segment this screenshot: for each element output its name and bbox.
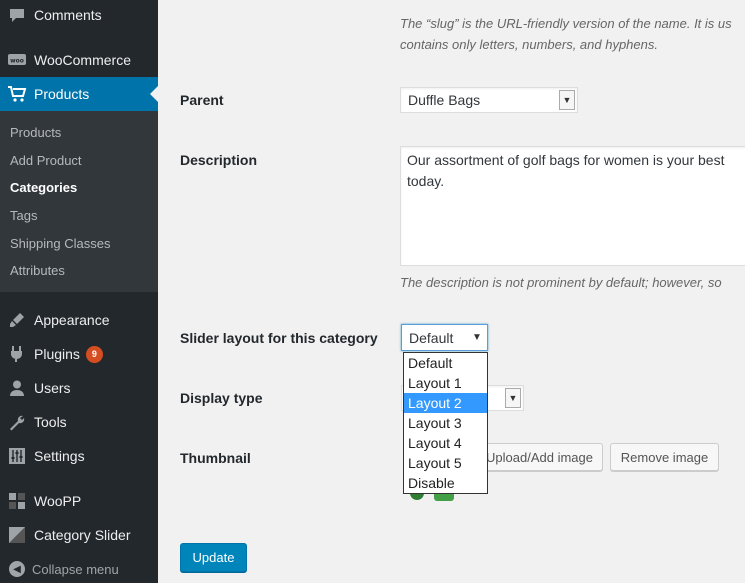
submenu-shipping-classes[interactable]: Shipping Classes — [10, 236, 110, 251]
slider-layout-dropdown: Default Layout 1 Layout 2 Layout 3 Layou… — [403, 352, 488, 494]
slider-option-layout-4[interactable]: Layout 4 — [404, 433, 487, 453]
plugin-icon — [7, 344, 27, 364]
slug-description: The “slug” is the URL-friendly version o… — [400, 16, 732, 31]
menu-settings-label: Settings — [34, 448, 85, 464]
products-submenu: Products Add Product Categories Tags Shi… — [0, 111, 158, 292]
thumbnail-label: Thumbnail — [180, 450, 251, 466]
comment-icon — [7, 5, 27, 25]
menu-category-slider-label: Category Slider — [34, 527, 131, 543]
menu-plugins-label: Plugins — [34, 346, 80, 362]
collapse-arrow-icon: ◀ — [9, 561, 25, 577]
slider-icon — [7, 525, 27, 545]
menu-appearance[interactable]: Appearance — [0, 303, 158, 337]
slider-option-layout-3[interactable]: Layout 3 — [404, 413, 487, 433]
grid-icon — [7, 491, 27, 511]
admin-sidebar: Comments woo WooCommerce Products Produc… — [0, 0, 158, 583]
remove-image-button[interactable]: Remove image — [610, 443, 719, 471]
menu-plugins[interactable]: Plugins 9 — [0, 337, 158, 371]
woocommerce-icon: woo — [7, 50, 27, 70]
paintbrush-icon — [7, 310, 27, 330]
menu-users-label: Users — [34, 380, 71, 396]
menu-tools[interactable]: Tools — [0, 405, 158, 439]
menu-woopp[interactable]: WooPP — [0, 484, 158, 518]
description-textarea[interactable]: Our assortment of golf bags for women is… — [400, 146, 745, 266]
settings-sliders-icon — [7, 446, 27, 466]
slider-option-disable[interactable]: Disable — [404, 473, 487, 493]
slider-layout-select[interactable]: Default ▼ — [401, 324, 488, 351]
menu-comments[interactable]: Comments — [0, 0, 158, 32]
plugins-update-badge: 9 — [85, 345, 103, 363]
menu-woocommerce[interactable]: woo WooCommerce — [0, 43, 158, 77]
description-line-2: today. — [407, 173, 445, 189]
cart-icon — [7, 84, 27, 104]
menu-appearance-label: Appearance — [34, 312, 110, 328]
update-button[interactable]: Update — [180, 543, 247, 572]
slider-option-layout-1[interactable]: Layout 1 — [404, 373, 487, 393]
menu-settings[interactable]: Settings — [0, 439, 158, 473]
collapse-menu[interactable]: ◀ Collapse menu — [0, 556, 158, 582]
submenu-add-product[interactable]: Add Product — [10, 153, 82, 168]
collapse-menu-label: Collapse menu — [32, 561, 119, 577]
slider-option-layout-2[interactable]: Layout 2 — [404, 393, 487, 413]
menu-comments-label: Comments — [34, 7, 102, 23]
description-label: Description — [180, 152, 258, 168]
slider-option-layout-5[interactable]: Layout 5 — [404, 453, 487, 473]
submenu-tags[interactable]: Tags — [10, 208, 37, 223]
menu-woopp-label: WooPP — [34, 493, 82, 509]
description-line-1: Our assortment of golf bags for women is… — [407, 152, 725, 168]
menu-woocommerce-label: WooCommerce — [34, 52, 131, 68]
parent-select[interactable]: Duffle Bags ▼ — [400, 87, 578, 113]
submenu-attributes[interactable]: Attributes — [10, 263, 65, 278]
menu-products[interactable]: Products — [0, 77, 158, 111]
submenu-categories[interactable]: Categories — [10, 180, 77, 195]
upload-image-button[interactable]: Upload/Add image — [476, 443, 603, 471]
menu-category-slider[interactable]: Category Slider — [0, 518, 158, 552]
parent-select-value: Duffle Bags — [408, 92, 481, 108]
slider-layout-value: Default — [409, 329, 454, 346]
description-note: The description is not prominent by defa… — [400, 275, 722, 290]
user-icon — [7, 378, 27, 398]
slider-option-default[interactable]: Default — [404, 353, 487, 373]
svg-text:woo: woo — [10, 58, 24, 65]
menu-users[interactable]: Users — [0, 371, 158, 405]
edit-category-form: The “slug” is the URL-friendly version o… — [158, 0, 745, 583]
menu-products-label: Products — [34, 86, 90, 102]
menu-tools-label: Tools — [34, 414, 67, 430]
submenu-products[interactable]: Products — [10, 125, 61, 140]
display-type-label: Display type — [180, 390, 263, 406]
parent-label: Parent — [180, 92, 224, 108]
slug-description-line2: contains only letters, numbers, and hyph… — [400, 37, 658, 52]
chevron-down-icon: ▼ — [559, 90, 575, 110]
chevron-down-icon: ▼ — [469, 327, 485, 348]
wrench-icon — [7, 412, 27, 432]
chevron-down-icon: ▼ — [505, 388, 521, 408]
slider-layout-label: Slider layout for this category — [180, 330, 378, 346]
